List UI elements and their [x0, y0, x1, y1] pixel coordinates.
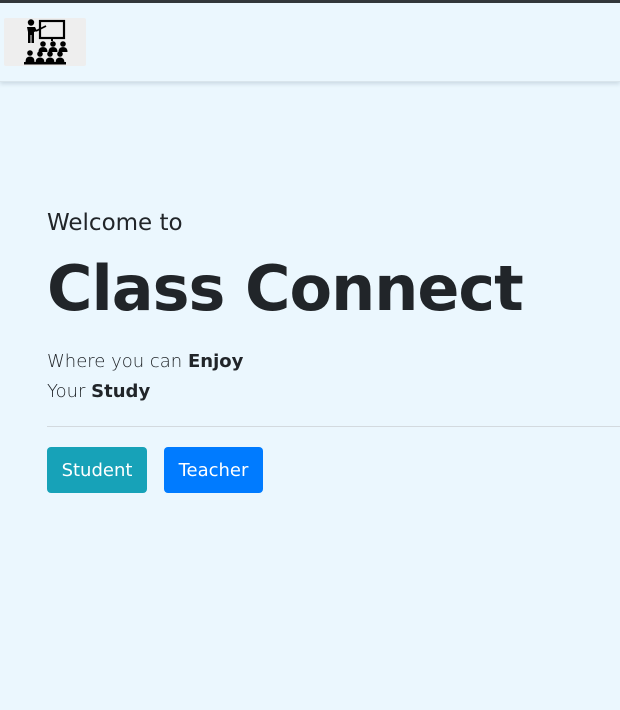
page-title: Class Connect — [47, 252, 524, 325]
student-button[interactable]: Student — [47, 447, 147, 493]
divider — [47, 426, 620, 427]
teacher-button[interactable]: Teacher — [164, 447, 263, 493]
navbar — [0, 3, 620, 82]
role-buttons: Student Teacher — [47, 447, 620, 493]
tagline-study: Study — [91, 381, 151, 402]
tagline-line2: Your Study — [47, 381, 150, 402]
tagline: Where you can Enjoy Your Study — [47, 347, 620, 407]
logo-link[interactable] — [4, 18, 86, 66]
welcome-text: Welcome to — [47, 210, 183, 236]
tagline-line1: Where you can Enjoy — [47, 351, 243, 372]
tagline-line2-prefix: Your — [47, 381, 86, 402]
tagline-enjoy: Enjoy — [187, 351, 244, 372]
tagline-line1-prefix: Where you can — [47, 351, 183, 372]
hero-section: Welcome to Class Connect Where you can E… — [47, 206, 620, 493]
classroom-teacher-icon — [24, 19, 68, 65]
